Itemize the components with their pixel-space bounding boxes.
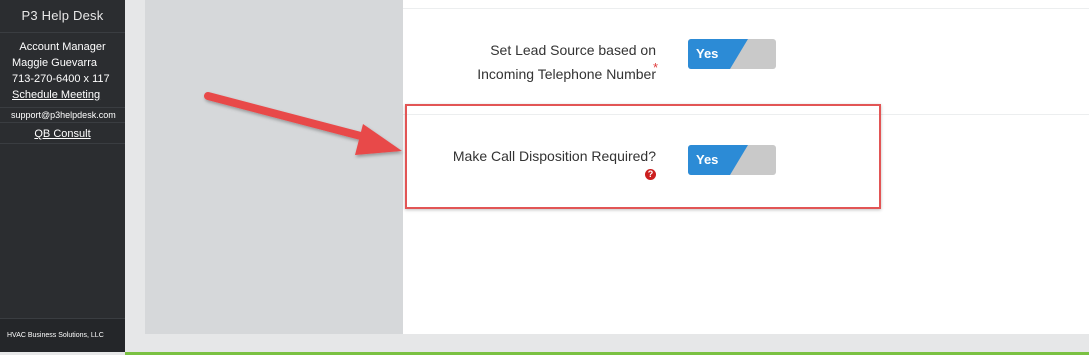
red-arrow-icon	[204, 92, 402, 155]
